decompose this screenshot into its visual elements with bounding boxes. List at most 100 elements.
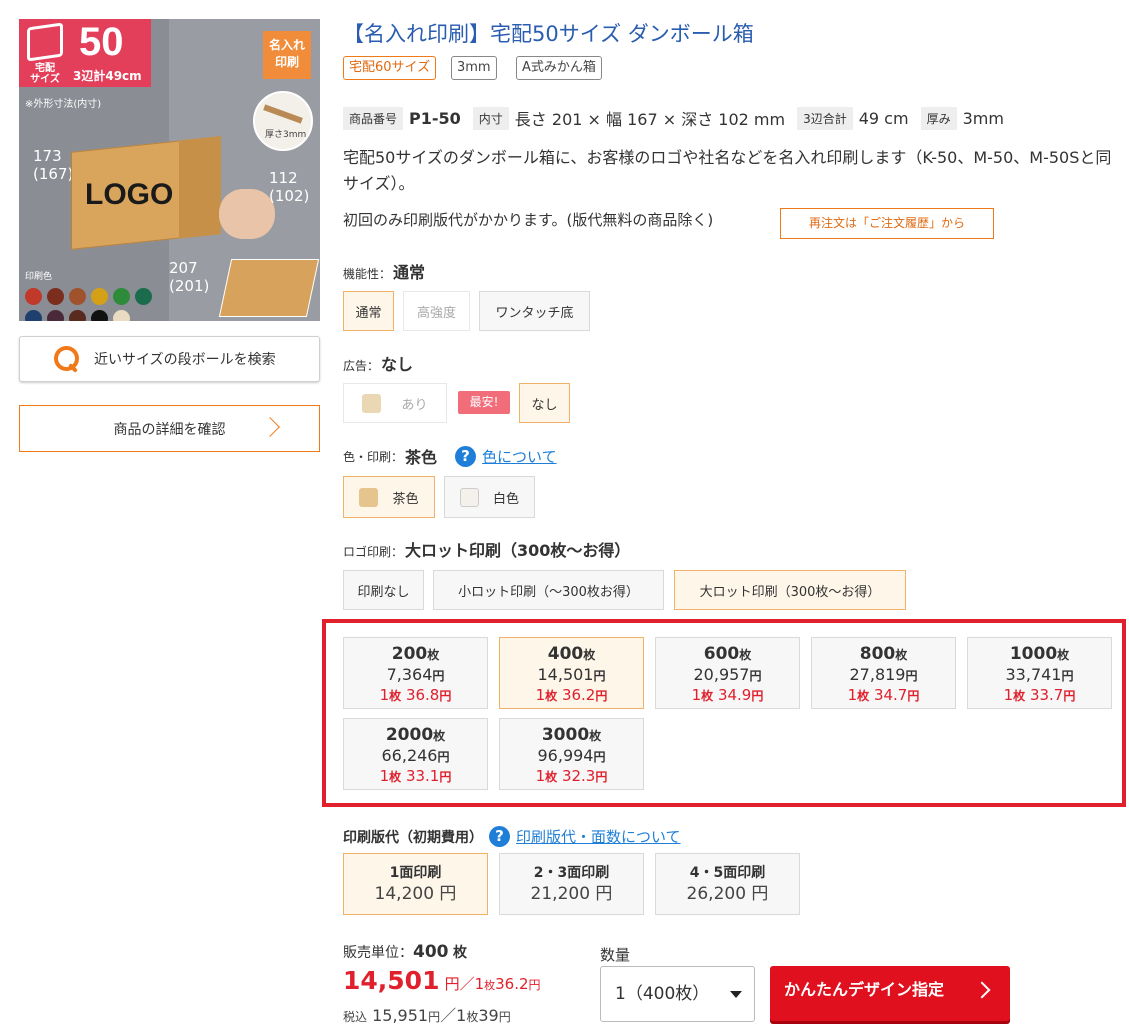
- logo-print-option-large-lot[interactable]: 大ロット印刷（300枚〜お得）: [674, 570, 906, 610]
- ad-selected-value: なし: [381, 355, 414, 374]
- logo-print-option-small-lot[interactable]: 小ロット印刷（〜300枚お得）: [433, 570, 664, 610]
- product-code: P1-50: [409, 108, 461, 128]
- quantity-option-3000[interactable]: 3000枚 96,994円 1枚 32.3円: [499, 718, 644, 790]
- product-detail-button[interactable]: 商品の詳細を確認: [19, 405, 320, 452]
- quantity-unit-price: 1枚 33.7円: [1003, 686, 1076, 704]
- product-description: 宅配50サイズのダンボール箱に、お客様のロゴや社名などを名入れ印刷します（K-5…: [343, 148, 1112, 193]
- plate-option-2-3-face[interactable]: 2・3面印刷 21,200 円: [499, 853, 644, 915]
- tag-thickness[interactable]: 3mm: [451, 56, 497, 80]
- quantity-label: 数量: [600, 946, 631, 964]
- print-color-palette: 印刷色: [25, 269, 175, 321]
- plate-option-price: 26,200 円: [686, 884, 769, 904]
- thickness-value: 3mm: [962, 108, 1004, 128]
- function-selected-value: 通常: [393, 263, 426, 282]
- size-badge: 宅配 サイズ 50 3辺計49cm: [19, 19, 151, 87]
- quantity-option-800[interactable]: 800枚 27,819円 1枚 34.7円: [811, 637, 956, 709]
- search-similar-size-label: 近いサイズの段ボールを検索: [94, 352, 276, 368]
- ad-option-yes-label: あり: [401, 397, 428, 413]
- logo-print-option-none[interactable]: 印刷なし: [343, 570, 424, 610]
- print-color-dot: [25, 310, 42, 321]
- color-option-white[interactable]: 白色: [444, 476, 535, 518]
- quantity-count: 600枚: [703, 644, 752, 664]
- sum-value: 49 cm: [858, 108, 909, 128]
- ad-option-yes[interactable]: あり: [343, 383, 447, 423]
- plate-fee-label: 印刷版代（初期費用） ? 印刷版代・面数について: [343, 826, 681, 847]
- quantity-count: 3000枚: [541, 725, 602, 745]
- cardboard-box-illustration: LOGO: [71, 136, 221, 250]
- quantity-option-200[interactable]: 200枚 7,364円 1枚 36.8円: [343, 637, 488, 709]
- color-help-link[interactable]: 色について: [482, 446, 557, 467]
- print-color-dot: [91, 288, 108, 305]
- print-color-dot: [135, 288, 152, 305]
- help-icon[interactable]: ?: [489, 826, 510, 847]
- caret-down-icon: [730, 991, 742, 998]
- sales-unit-value: 400: [413, 942, 449, 962]
- print-color-dot: [91, 310, 108, 321]
- color-option-label: 色・印刷： 茶色 ? 色について: [343, 444, 557, 468]
- color-option-brown[interactable]: 茶色: [343, 476, 435, 518]
- plate-fee-note: 初回のみ印刷版代がかかります。(版代無料の商品除く): [343, 211, 714, 229]
- quantity-count: 2000枚: [385, 725, 446, 745]
- ad-option-no[interactable]: なし: [519, 383, 570, 423]
- function-option-normal[interactable]: 通常: [343, 291, 394, 331]
- plate-option-price: 21,200 円: [530, 884, 613, 904]
- logo-print-option-label: ロゴ印刷： 大ロット印刷（300枚〜お得）: [343, 541, 631, 560]
- box-logo-text: LOGO: [85, 177, 174, 211]
- tag-box-type[interactable]: A式みかん箱: [516, 56, 602, 80]
- sum-label: 3辺合計: [797, 106, 853, 130]
- quantity-select[interactable]: 1（400枚）: [600, 966, 755, 1022]
- quantity-option-2000[interactable]: 2000枚 66,246円 1枚 33.1円: [343, 718, 488, 790]
- quantity-price: 66,246円: [381, 746, 450, 765]
- brown-swatch-icon: [359, 487, 379, 507]
- quantity-price: 33,741円: [1005, 665, 1074, 684]
- quantity-count: 1000枚: [1009, 644, 1070, 664]
- quantity-count: 800枚: [859, 644, 908, 664]
- function-option-one-touch[interactable]: ワンタッチ底: [479, 291, 590, 331]
- print-color-label: 印刷色: [25, 272, 53, 282]
- search-similar-size-button[interactable]: 近いサイズの段ボールを検索: [19, 336, 320, 382]
- reorder-button[interactable]: 再注文は「ご注文履歴」から: [780, 208, 994, 239]
- quantity-count: 200枚: [391, 644, 440, 664]
- sales-unit: 販売単位：400 枚: [343, 942, 467, 962]
- quantity-option-600[interactable]: 600枚 20,957円 1枚 34.9円: [655, 637, 800, 709]
- thickness-zoom: 厚さ3mm: [253, 91, 313, 151]
- plate-fee-help-link[interactable]: 印刷版代・面数について: [516, 826, 681, 847]
- tag-size[interactable]: 宅配60サイズ: [343, 56, 437, 80]
- total-price: 14,501 円／1枚36.2円: [343, 966, 541, 995]
- quantity-price: 96,994円: [537, 746, 606, 765]
- quantity-price: 27,819円: [849, 665, 918, 684]
- ad-box-thumbnail-icon: [362, 393, 382, 413]
- quantity-unit-price: 1枚 34.7円: [847, 686, 920, 704]
- dim-right: 112 (102): [269, 169, 310, 205]
- color-selected-value: 茶色: [405, 448, 438, 467]
- quantity-price: 20,957円: [693, 665, 762, 684]
- logo-print-selected-value: 大ロット印刷（300枚〜お得）: [405, 541, 631, 560]
- tax-price-value: 15,951: [372, 1006, 429, 1025]
- color-option-white-label: 白色: [492, 491, 519, 507]
- print-color-dot: [47, 288, 64, 305]
- design-specify-label: かんたんデザイン指定: [784, 980, 945, 999]
- quantity-select-value: 1（400枚）: [615, 984, 710, 1004]
- help-icon[interactable]: ?: [455, 445, 477, 467]
- thickness-label: 厚み: [920, 106, 957, 130]
- plate-option-4-5-face[interactable]: 4・5面印刷 26,200 円: [655, 853, 800, 915]
- print-color-dot: [47, 310, 64, 321]
- quantity-option-400[interactable]: 400枚 14,501円 1枚 36.2円: [499, 637, 644, 709]
- print-color-dot: [113, 288, 130, 305]
- product-spec-row: 商品番号 P1-50 内寸 長さ 201 × 幅 167 × 深さ 102 mm…: [343, 104, 1016, 132]
- color-option-brown-label: 茶色: [392, 491, 419, 507]
- print-color-dot: [69, 288, 86, 305]
- badge-size-label: 宅配 サイズ: [30, 63, 60, 85]
- tax-included-price: 税込 15,951円／1枚39円: [343, 1006, 511, 1025]
- cheapest-badge: 最安!: [458, 391, 510, 414]
- outer-size-note: ※外形寸法(内寸): [25, 99, 102, 110]
- price-per-unit: 36.2: [495, 975, 529, 993]
- chevron-right-icon: [973, 981, 991, 999]
- search-icon: [54, 346, 80, 372]
- chevron-right-icon: [260, 417, 280, 437]
- plate-option-1-face[interactable]: 1面印刷 14,200 円: [343, 853, 488, 915]
- design-specify-button[interactable]: かんたんデザイン指定: [770, 966, 1010, 1021]
- function-option-label: 機能性： 通常: [343, 263, 426, 282]
- quantity-option-1000[interactable]: 1000枚 33,741円 1枚 33.7円: [967, 637, 1112, 709]
- function-option-high-strength[interactable]: 高強度: [403, 291, 470, 331]
